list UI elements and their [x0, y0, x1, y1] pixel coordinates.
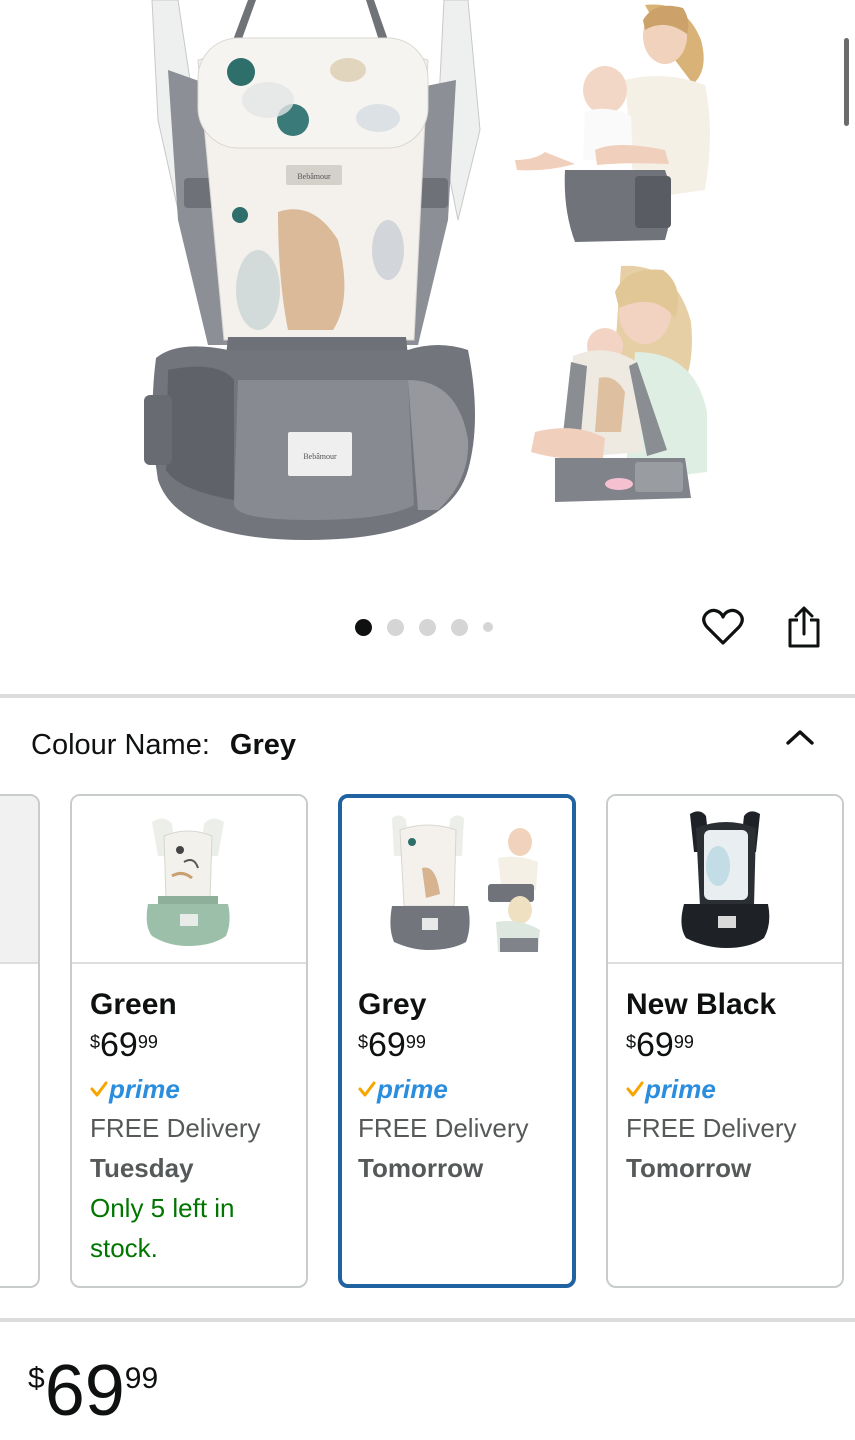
price-currency: $ — [90, 1032, 101, 1052]
colour-swatch-partial[interactable] — [0, 794, 40, 1288]
price-whole: 69 — [636, 1026, 674, 1064]
add-to-wishlist-button[interactable] — [700, 604, 746, 650]
prime-badge: prime — [90, 1070, 298, 1108]
prime-badge: prime — [626, 1070, 834, 1108]
page-scrollbar[interactable] — [844, 38, 849, 126]
swatch-thumbnail — [72, 796, 306, 964]
chevron-up-icon — [786, 730, 814, 745]
swatch-name: Grey — [358, 988, 427, 1021]
prime-text: prime — [645, 1073, 716, 1104]
colour-swatch-new-black[interactable]: New Black $ 69 99 prime FREE Delivery To… — [606, 794, 844, 1288]
price-fraction: 99 — [405, 1032, 426, 1052]
section-divider — [0, 1318, 855, 1322]
price-currency: $ — [358, 1032, 369, 1052]
prime-badge: prime — [358, 1070, 564, 1108]
colour-name-row: Colour Name: Grey — [31, 722, 296, 768]
share-button[interactable] — [781, 604, 827, 650]
prime-text: prime — [109, 1073, 180, 1104]
black-carrier-image — [608, 796, 842, 962]
pagination-dot-4[interactable] — [451, 618, 468, 636]
heart-icon — [702, 608, 744, 645]
price-whole: 69 — [368, 1026, 406, 1064]
pagination-dot-5[interactable] — [483, 622, 493, 632]
delivery-text: FREE Delivery — [90, 1113, 261, 1143]
swatch-price: $ 69 99 — [90, 1026, 298, 1066]
pagination-dot-2[interactable] — [387, 618, 404, 636]
swatch-name: Green — [90, 988, 177, 1021]
delivery-day: Tuesday — [90, 1153, 194, 1183]
stock-warning-continued: stock. — [90, 1233, 158, 1263]
prime-check-icon — [358, 1081, 376, 1097]
price-whole: 69 — [44, 1351, 125, 1431]
colour-swatch-grey[interactable]: Grey $ 69 99 prime FREE Delivery Tomorro… — [338, 794, 576, 1288]
prime-text: prime — [377, 1073, 448, 1104]
colour-name-label: Colour Name: — [31, 728, 210, 761]
share-icon — [788, 606, 820, 648]
image-pagination-dots[interactable] — [355, 618, 493, 636]
svg-text:Bebâmour: Bebâmour — [303, 452, 337, 461]
swatch-price: $ 69 99 — [358, 1026, 564, 1066]
grey-carrier-image — [342, 798, 572, 964]
delivery-day: Tomorrow — [626, 1153, 752, 1183]
price-currency: $ — [28, 1362, 45, 1395]
pagination-dot-1[interactable] — [355, 618, 372, 636]
swatch-price: $ 69 99 — [626, 1026, 834, 1066]
selected-colour-value: Grey — [229, 728, 297, 761]
price-fraction: 99 — [124, 1362, 159, 1395]
lifestyle-image-hip-seat[interactable] — [505, 0, 717, 248]
swatch-name: New Black — [626, 988, 777, 1021]
lifestyle-image-front-carry[interactable] — [515, 262, 707, 504]
green-carrier-image — [72, 796, 306, 962]
collapse-colour-options-button[interactable] — [780, 720, 820, 754]
product-image-gallery[interactable]: Bebâmour Bebâmour — [0, 0, 855, 648]
price-fraction: 99 — [137, 1032, 158, 1052]
delivery-text: FREE Delivery — [358, 1113, 529, 1143]
swatch-thumbnail — [0, 796, 38, 964]
svg-text:Bebâmour: Bebâmour — [297, 172, 331, 181]
price-currency: $ — [626, 1032, 637, 1052]
delivery-text: FREE Delivery — [626, 1113, 797, 1143]
product-price: $ 69 99 — [28, 1352, 158, 1432]
swatch-thumbnail — [342, 798, 572, 964]
swatch-details: New Black $ 69 99 prime FREE Delivery To… — [626, 986, 834, 1188]
main-product-image[interactable]: Bebâmour Bebâmour — [138, 0, 486, 545]
prime-check-icon — [90, 1081, 108, 1097]
price-whole: 69 — [100, 1026, 138, 1064]
price-fraction: 99 — [673, 1032, 694, 1052]
swatch-details: Grey $ 69 99 prime FREE Delivery Tomorro… — [358, 986, 564, 1188]
swatch-thumbnail — [608, 796, 842, 964]
swatch-details: Green $ 69 99 prime FREE Delivery Tuesda… — [90, 986, 298, 1268]
pagination-dot-3[interactable] — [419, 618, 436, 636]
prime-check-icon — [626, 1081, 644, 1097]
stock-warning: Only 5 left in — [90, 1193, 235, 1223]
delivery-day: Tomorrow — [358, 1153, 484, 1183]
colour-swatch-green[interactable]: Green $ 69 99 prime FREE Delivery Tuesda… — [70, 794, 308, 1288]
section-divider — [0, 694, 855, 698]
